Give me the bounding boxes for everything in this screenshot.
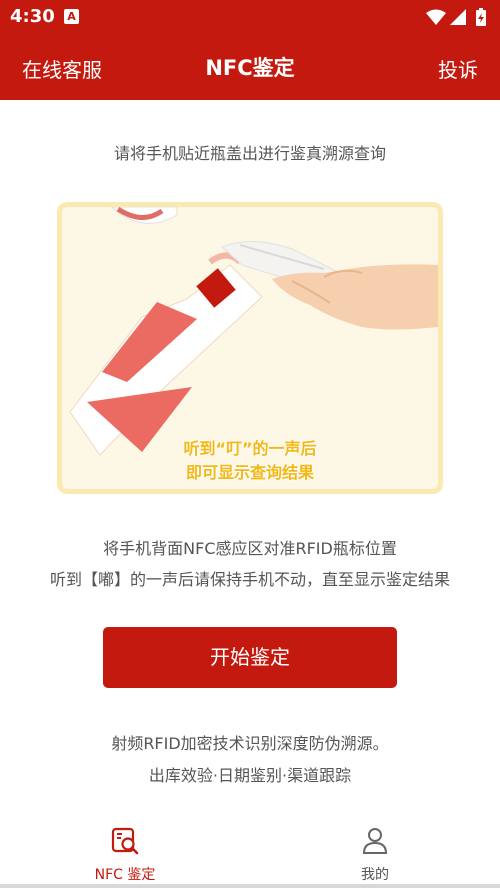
- instruction-text: 请将手机贴近瓶盖出进行鉴真溯源查询: [113, 144, 386, 163]
- person-icon: [362, 828, 388, 854]
- footer-line2: 出库效验·日期鉴别·渠道跟踪: [148, 766, 352, 785]
- status-bar: 4:30 A: [0, 0, 500, 34]
- tab-nfc-verify[interactable]: NFC 鉴定: [0, 818, 250, 888]
- page-title: NFC鉴定: [205, 56, 295, 80]
- footer-line1: 射频RFID加密技术识别深度防伪溯源。: [111, 734, 389, 753]
- bottle-outline: [69, 264, 263, 456]
- system-nav-bar: [0, 884, 500, 888]
- illustration-text-line2: 即可显示查询结果: [185, 463, 314, 482]
- start-verification-button[interactable]: 开始鉴定: [103, 627, 397, 688]
- tab-label-nfc: NFC 鉴定: [94, 867, 156, 883]
- status-icons: [426, 8, 486, 26]
- description-line2: 听到【嘟】的一声后请保持手机不动，直至显示鉴定结果: [49, 570, 450, 589]
- battery-icon: [476, 8, 486, 26]
- description-line1: 将手机背面NFC感应区对准RFID瓶标位置: [103, 539, 397, 558]
- notification-icon: A: [64, 9, 79, 24]
- bottom-tab-bar: NFC 鉴定 我的: [0, 818, 500, 888]
- hand-shape: [272, 264, 438, 330]
- nfc-illustration: 听到“叮”的一声后 即可显示查询结果: [57, 202, 443, 494]
- signal-icon: [450, 9, 466, 25]
- nfc-scan-icon: [111, 827, 139, 855]
- app-bar: 在线客服 NFC鉴定 投诉: [0, 34, 500, 100]
- tab-mine[interactable]: 我的: [250, 818, 500, 888]
- tab-label-mine: 我的: [361, 867, 389, 883]
- complaint-link[interactable]: 投诉: [438, 54, 478, 83]
- illustration-text-line1: 听到“叮”的一声后: [183, 439, 317, 458]
- wifi-icon: [426, 9, 446, 25]
- status-time: 4:30: [10, 6, 55, 27]
